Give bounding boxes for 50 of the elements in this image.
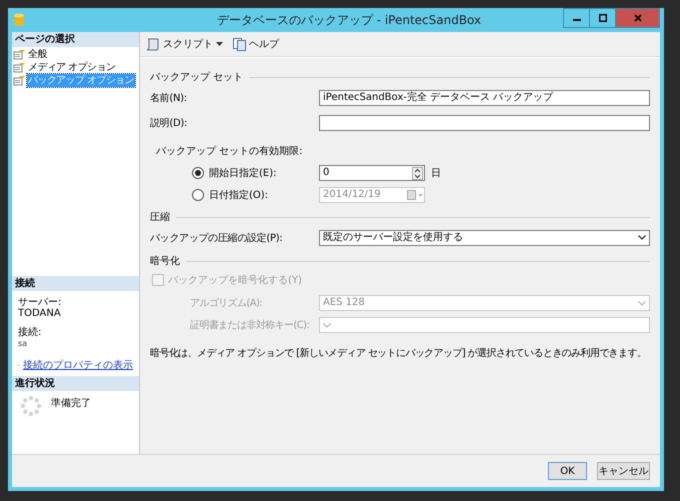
login-name: sa xyxy=(18,338,28,349)
caret-icon xyxy=(216,42,223,46)
calendar-icon xyxy=(407,190,423,200)
field-label: 名前(N): xyxy=(150,92,188,104)
minimize-button[interactable] xyxy=(563,8,590,28)
name-field[interactable]: iPentecSandBox-完全 データベース バックアップ xyxy=(319,90,650,106)
section-heading: 進行状況 xyxy=(12,376,139,391)
maximize-icon xyxy=(598,14,606,22)
group-heading: 暗号化 xyxy=(150,254,180,268)
spinner-icon xyxy=(20,395,42,417)
server-label: サーバー: xyxy=(18,297,62,308)
unit-label: 日 xyxy=(431,167,441,180)
maximize-button[interactable] xyxy=(589,8,616,28)
section-heading: ページの選択 xyxy=(12,32,139,47)
radio-button[interactable] xyxy=(192,167,204,179)
field-label: 説明(D): xyxy=(150,116,188,130)
scroll-icon xyxy=(146,38,160,50)
chevron-down-icon xyxy=(638,300,646,306)
radio-button[interactable] xyxy=(192,189,204,201)
compression-dropdown[interactable]: 既定のサーバー設定を使用する xyxy=(319,230,650,246)
connection-properties-link[interactable]: 接続のプロパティの表示 xyxy=(23,358,133,372)
database-icon xyxy=(14,13,24,27)
status-text: 準備完了 xyxy=(51,398,91,409)
script-button[interactable]: スクリプト xyxy=(146,37,223,51)
encryption-note: 暗号化は、メディア オプションで [新しいメディア セットにバックアップ] が選択されているときのみ利用できます。 xyxy=(150,347,648,361)
days-spin-field[interactable]: 0 xyxy=(319,165,425,181)
chevron-down-icon xyxy=(638,235,646,240)
close-button[interactable] xyxy=(615,8,660,28)
radio-option[interactable]: 開始日指定(E): xyxy=(150,166,319,180)
login-label: 接続: xyxy=(18,327,42,338)
ok-button[interactable]: OK xyxy=(548,462,587,480)
field-label: 証明書または非対称キー(C): xyxy=(189,318,310,332)
expiry-label: バックアップ セットの有効期限: xyxy=(156,145,304,159)
window-title: データベースのバックアップ - iPentecSandBox xyxy=(216,12,482,28)
section-heading: 接続 xyxy=(12,276,139,291)
spin-arrows-icon xyxy=(412,166,423,180)
help-button[interactable]: ヘルプ xyxy=(233,37,279,51)
description-field[interactable] xyxy=(319,114,650,130)
chevron-down-icon xyxy=(323,322,331,328)
field-label: バックアップの圧縮の設定(P): xyxy=(150,232,284,244)
document-icon xyxy=(233,38,246,50)
cancel-button[interactable]: キャンセル xyxy=(597,462,650,480)
group-heading: 圧縮 xyxy=(150,210,170,224)
close-icon xyxy=(634,14,642,22)
page-item[interactable]: メディア オプション xyxy=(13,61,138,74)
group-heading: バックアップ セット xyxy=(150,70,244,84)
radio-option[interactable]: 日付指定(O): xyxy=(150,188,319,202)
page-item[interactable]: 全般 xyxy=(13,48,138,61)
field-label: アルゴリズム(A): xyxy=(189,297,264,310)
server-name: TODANA xyxy=(18,308,62,319)
